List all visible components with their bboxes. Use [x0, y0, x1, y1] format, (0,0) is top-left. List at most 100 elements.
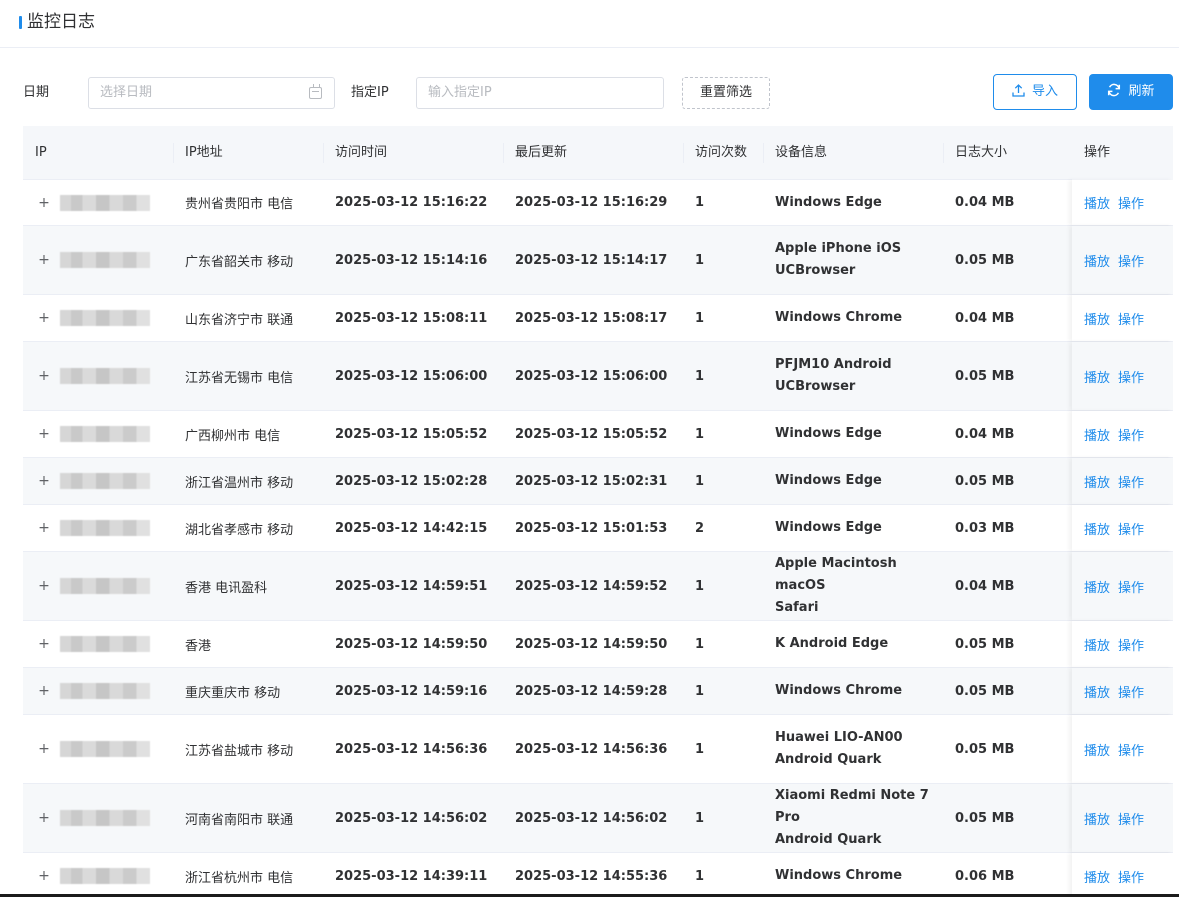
operate-link[interactable]: 操作	[1118, 809, 1144, 828]
cell-visit-time: 2025-03-12 14:42:15	[335, 520, 488, 536]
cell-location: 江苏省盐城市 移动	[185, 743, 294, 759]
cell-last-update: 2025-03-12 15:06:00	[515, 368, 668, 384]
cell-last-update: 2025-03-12 14:56:02	[515, 810, 668, 826]
operate-link[interactable]: 操作	[1118, 472, 1144, 491]
cell-last-update: 2025-03-12 15:08:17	[515, 310, 668, 326]
cell-location: 湖北省孝感市 移动	[185, 522, 294, 538]
device-line: Xiaomi Redmi Note 7 Pro	[775, 788, 929, 825]
device-line: UCBrowser	[775, 379, 856, 394]
cell-visit-time: 2025-03-12 14:59:16	[335, 683, 488, 699]
play-link[interactable]: 播放	[1084, 425, 1110, 444]
expand-row-icon[interactable]: +	[38, 311, 50, 325]
ip-label: 指定IP	[351, 85, 389, 100]
expand-row-icon[interactable]: +	[38, 684, 50, 698]
cell-count: 1	[695, 683, 705, 699]
cell-visit-time: 2025-03-12 14:59:51	[335, 578, 488, 594]
log-table: IP IP地址 访问时间 最后更新 访问次数 设备信息 日志大小 操作 + 贵州省…	[23, 126, 1173, 897]
play-link[interactable]: 播放	[1084, 635, 1110, 654]
ip-redacted	[60, 426, 150, 442]
cell-device: PFJM10 Android UCBrowser	[775, 342, 950, 410]
cell-last-update: 2025-03-12 14:59:50	[515, 636, 668, 652]
cell-visit-time: 2025-03-12 15:14:16	[335, 252, 488, 268]
cell-actions: 播放 操作	[1072, 552, 1173, 620]
cell-visit-time: 2025-03-12 14:56:36	[335, 741, 488, 757]
play-link[interactable]: 播放	[1084, 740, 1110, 759]
operate-link[interactable]: 操作	[1118, 635, 1144, 654]
expand-row-icon[interactable]: +	[38, 369, 50, 383]
expand-row-icon[interactable]: +	[38, 637, 50, 651]
ip-redacted	[60, 578, 150, 594]
play-link[interactable]: 播放	[1084, 193, 1110, 212]
cell-actions: 播放 操作	[1072, 621, 1173, 667]
device-line: Windows Chrome	[775, 310, 903, 325]
operate-link[interactable]: 操作	[1118, 867, 1144, 886]
device-line: Windows Chrome	[775, 683, 903, 698]
table-row: + 江苏省盐城市 移动 2025-03-12 14:56:36 2025-03-12 …	[23, 715, 1173, 784]
cell-visit-time: 2025-03-12 14:56:02	[335, 810, 488, 826]
table-row: + 浙江省温州市 移动 2025-03-12 15:02:28 2025-03-12 …	[23, 458, 1173, 505]
play-link[interactable]: 播放	[1084, 472, 1110, 491]
play-link[interactable]: 播放	[1084, 682, 1110, 701]
expand-row-icon[interactable]: +	[38, 474, 50, 488]
col-actions: 操作	[1072, 126, 1173, 180]
play-link[interactable]: 播放	[1084, 577, 1110, 596]
date-picker[interactable]: 选择日期	[88, 77, 335, 109]
play-link[interactable]: 播放	[1084, 309, 1110, 328]
cell-actions: 播放 操作	[1072, 458, 1173, 504]
operate-link[interactable]: 操作	[1118, 577, 1144, 596]
date-placeholder: 选择日期	[100, 85, 153, 100]
reset-filter-button[interactable]: 重置筛选	[682, 77, 770, 109]
cell-last-update: 2025-03-12 15:02:31	[515, 473, 668, 489]
col-count: 访问次数	[682, 126, 747, 180]
play-link[interactable]: 播放	[1084, 367, 1110, 386]
operate-link[interactable]: 操作	[1118, 251, 1144, 270]
expand-row-icon[interactable]: +	[38, 579, 50, 593]
cell-actions: 播放 操作	[1072, 295, 1173, 341]
operate-link[interactable]: 操作	[1118, 425, 1144, 444]
operate-link[interactable]: 操作	[1118, 740, 1144, 759]
ip-redacted	[60, 636, 150, 652]
cell-visit-time: 2025-03-12 14:59:50	[335, 636, 488, 652]
cell-size: 0.04 MB	[955, 426, 1015, 442]
col-visit-time: 访问时间	[322, 126, 387, 180]
cell-location: 重庆重庆市 移动	[185, 685, 281, 701]
monitor-log-page: 监控日志 日期 选择日期 指定IP 输入指定IP 重置筛选 导入 刷新 IP I…	[0, 0, 1179, 897]
cell-count: 1	[695, 195, 705, 210]
device-line: Windows Edge	[775, 194, 882, 210]
cell-actions: 播放 操作	[1072, 715, 1173, 783]
operate-link[interactable]: 操作	[1118, 519, 1144, 538]
play-link[interactable]: 播放	[1084, 867, 1110, 886]
expand-row-icon[interactable]: +	[38, 869, 50, 883]
table-row: + 重庆重庆市 移动 2025-03-12 14:59:16 2025-03-12 1…	[23, 668, 1173, 715]
import-button[interactable]: 导入	[993, 74, 1077, 110]
expand-row-icon[interactable]: +	[38, 811, 50, 825]
refresh-button[interactable]: 刷新	[1089, 74, 1173, 110]
operate-link[interactable]: 操作	[1118, 682, 1144, 701]
expand-row-icon[interactable]: +	[38, 196, 50, 210]
table-row: + 江苏省无锡市 电信 2025-03-12 15:06:00 2025-03-12 …	[23, 342, 1173, 411]
play-link[interactable]: 播放	[1084, 519, 1110, 538]
ip-input[interactable]: 输入指定IP	[416, 77, 664, 109]
operate-link[interactable]: 操作	[1118, 193, 1144, 212]
cell-size: 0.03 MB	[955, 520, 1015, 536]
cell-actions: 播放 操作	[1072, 180, 1173, 225]
expand-row-icon[interactable]: +	[38, 521, 50, 535]
cell-location: 山东省济宁市 联通	[185, 312, 294, 328]
cell-device: Windows Chrome	[775, 295, 950, 341]
cell-actions: 播放 操作	[1072, 668, 1173, 714]
col-device: 设备信息	[762, 126, 827, 180]
device-line: UCBrowser	[775, 263, 856, 278]
expand-row-icon[interactable]: +	[38, 427, 50, 441]
play-link[interactable]: 播放	[1084, 251, 1110, 270]
expand-row-icon[interactable]: +	[38, 742, 50, 756]
operate-link[interactable]: 操作	[1118, 309, 1144, 328]
expand-row-icon[interactable]: +	[38, 253, 50, 267]
cell-location: 江苏省无锡市 电信	[185, 370, 294, 386]
cell-visit-time: 2025-03-12 15:06:00	[335, 368, 488, 384]
cell-visit-time: 2025-03-12 15:08:11	[335, 310, 488, 326]
operate-link[interactable]: 操作	[1118, 367, 1144, 386]
device-line: Windows Edge	[775, 520, 882, 535]
cell-visit-time: 2025-03-12 14:39:11	[335, 868, 488, 884]
cell-device: Apple iPhone iOS UCBrowser	[775, 226, 950, 294]
play-link[interactable]: 播放	[1084, 809, 1110, 828]
